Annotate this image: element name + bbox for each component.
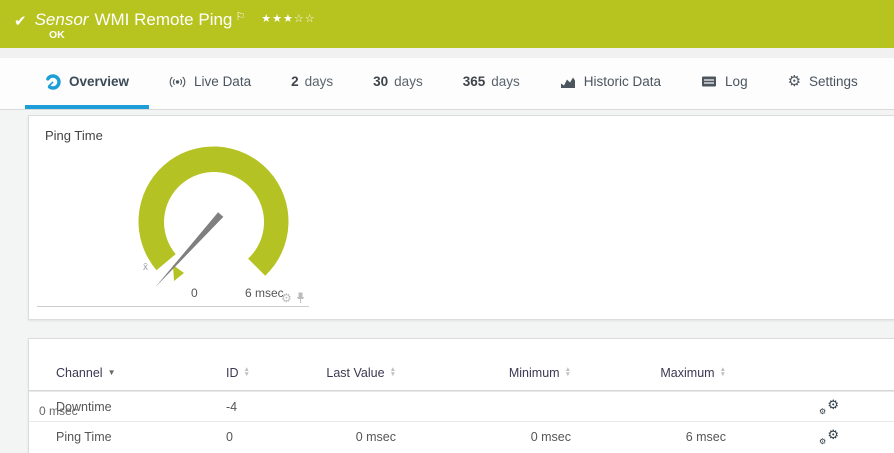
tab-historic-data[interactable]: Historic Data — [540, 58, 681, 109]
table-row-ping-time: Ping Time 0 0 msec 0 msec 6 msec ⚙ ⚙ — [29, 421, 894, 451]
tab-settings-label: Settings — [809, 74, 858, 89]
area-chart-icon — [560, 77, 575, 88]
column-header-id[interactable]: ID — [226, 366, 306, 380]
pin-icon[interactable] — [296, 292, 305, 304]
ping-time-gauge — [138, 146, 289, 288]
gear-small: ⚙ — [819, 436, 827, 446]
gauge-settings-gear-icon[interactable]: ⚙ — [281, 292, 292, 304]
tab-30-days[interactable]: 30 days — [353, 58, 443, 109]
column-header-minimum-label: Minimum — [508, 365, 560, 380]
column-header-last-value[interactable]: Last Value — [306, 366, 396, 380]
gauge-scale-max: 6 msec — [245, 286, 284, 300]
cell-minimum: 0 msec — [530, 429, 571, 444]
channel-settings-gears-icon[interactable]: ⚙ ⚙ — [819, 398, 839, 416]
column-header-id-label: ID — [226, 365, 239, 380]
column-header-maximum-label: Maximum — [660, 365, 715, 380]
sort-icon — [720, 368, 726, 377]
column-header-maximum[interactable]: Maximum — [571, 366, 726, 380]
flag-icon[interactable]: ⚐ — [235, 10, 245, 23]
tab-historic-data-label: Historic Data — [583, 74, 662, 89]
column-header-last-value-label: Last Value — [326, 365, 385, 380]
tab-log[interactable]: Log — [681, 58, 768, 109]
table-row-downtime: Downtime -4 ⚙ ⚙ — [29, 391, 894, 421]
ping-time-gauge-panel: Ping Time x̄ 0 msec 0 6 msec ⚙ — [28, 115, 894, 418]
header-gap — [0, 48, 894, 58]
cell-maximum: 6 msec — [685, 429, 726, 444]
broadcast-icon — [169, 76, 186, 87]
cell-channel: Ping Time — [56, 429, 112, 444]
tab-30-days-number: 30 — [373, 74, 389, 89]
tab-365-days-unit: days — [491, 74, 520, 89]
sort-icon — [244, 368, 250, 377]
tab-settings[interactable]: ⚙ Settings — [768, 58, 878, 109]
channel-settings-gears-icon[interactable]: ⚙ ⚙ — [819, 428, 839, 446]
status-ok-check-icon: ✔ — [14, 13, 27, 30]
log-list-icon — [702, 76, 717, 87]
tab-live-data[interactable]: Live Data — [149, 58, 271, 109]
cell-id: 0 — [226, 429, 233, 444]
gauge-current-value: 0 msec — [39, 404, 78, 418]
channel-table-panel: Channel ▼ ID Last Value Minimum Maximum — [28, 338, 894, 453]
tab-live-data-label: Live Data — [194, 74, 252, 89]
tab-overview[interactable]: Overview — [25, 58, 150, 109]
tab-365-days[interactable]: 365 days — [443, 58, 540, 109]
status-badge: OK — [49, 29, 65, 41]
tab-2-days-unit: days — [304, 74, 334, 89]
tab-2-days-number: 2 — [291, 74, 299, 89]
tab-overview-label: Overview — [69, 74, 130, 89]
gear-large: ⚙ — [827, 396, 839, 412]
gauge-average-marker: x̄ — [143, 262, 148, 273]
gear-icon: ⚙ — [787, 73, 802, 90]
tab-log-label: Log — [725, 74, 748, 89]
tab-bar: Overview Live Data 2 days 30 days 365 da… — [0, 58, 894, 110]
gauge-panel-title: Ping Time — [45, 128, 103, 143]
gauge-icon — [45, 73, 61, 90]
gauge-scale-min: 0 — [191, 286, 198, 300]
gauge-baseline — [37, 306, 309, 307]
channel-table-header: Channel ▼ ID Last Value Minimum Maximum — [29, 355, 894, 391]
tab-365-days-number: 365 — [462, 74, 486, 89]
sensor-title: WMI Remote Ping — [94, 10, 233, 29]
cell-id: -4 — [226, 399, 238, 414]
sort-descending-icon: ▼ — [107, 368, 116, 377]
column-header-channel-label: Channel — [56, 365, 103, 380]
column-header-channel[interactable]: Channel ▼ — [56, 366, 226, 380]
cell-last-value: 0 msec — [355, 429, 396, 444]
tab-2-days[interactable]: 2 days — [271, 58, 353, 109]
cell-channel: Downtime — [56, 399, 112, 414]
column-header-minimum[interactable]: Minimum — [396, 366, 571, 380]
priority-stars[interactable]: ★★★☆☆ — [261, 12, 315, 25]
sensor-type-label: Sensor — [34, 10, 89, 29]
sensor-header: ✔ Sensor WMI Remote Ping ⚐ ★★★☆☆ OK — [0, 0, 894, 48]
gear-small: ⚙ — [819, 406, 827, 416]
tab-30-days-unit: days — [394, 74, 423, 89]
gear-large: ⚙ — [827, 426, 839, 442]
